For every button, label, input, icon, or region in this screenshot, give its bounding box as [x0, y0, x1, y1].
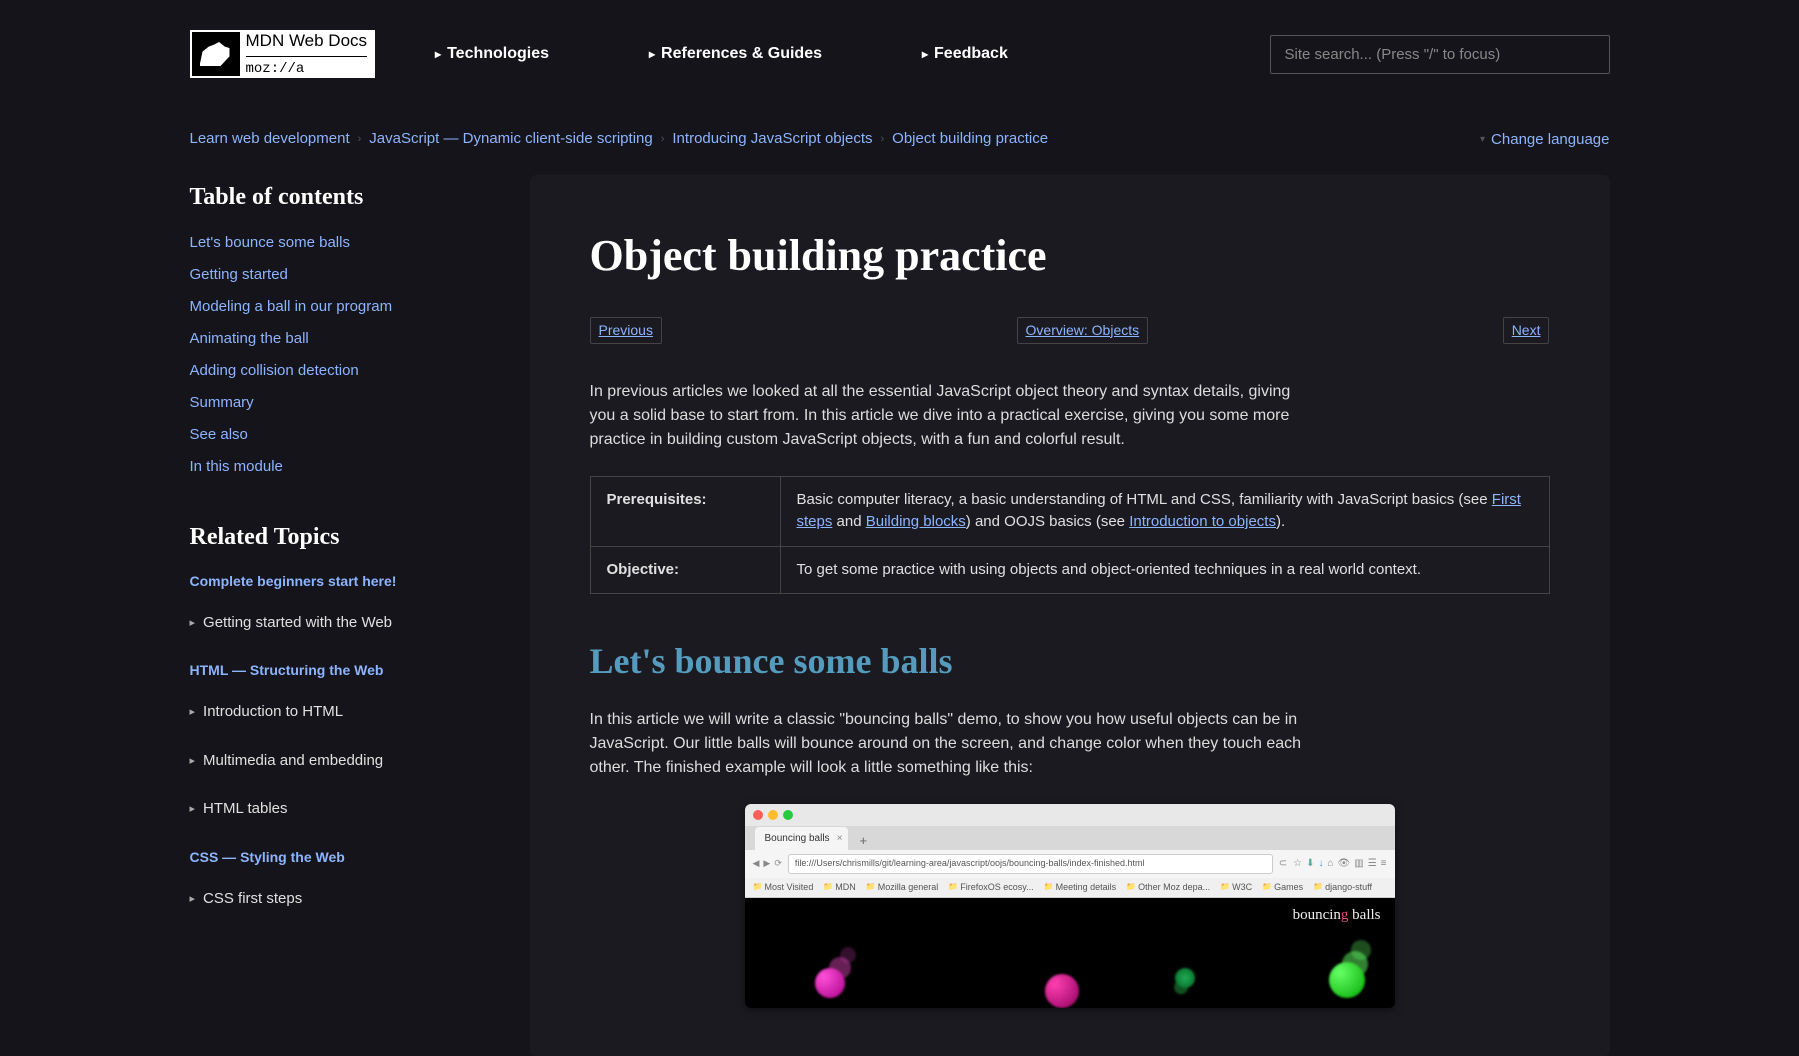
- browser-tab: Bouncing balls: [755, 827, 848, 850]
- demo-canvas: bouncing balls: [745, 898, 1395, 1008]
- toc-item[interactable]: In this module: [190, 458, 283, 475]
- logo-text-top: MDN Web Docs: [246, 28, 368, 57]
- bookmark: W3C: [1220, 881, 1252, 895]
- crumb-learn[interactable]: Learn web development: [190, 128, 350, 151]
- toc-item[interactable]: Let's bounce some balls: [190, 234, 350, 251]
- star-icon: ☆: [1293, 856, 1302, 871]
- traffic-light-close-icon: [753, 810, 763, 820]
- download-icon: ↓: [1318, 856, 1323, 871]
- toc-heading: Table of contents: [190, 179, 490, 215]
- ball-icon: [1329, 962, 1365, 998]
- dino-icon: [192, 32, 240, 76]
- pocket-icon: ⬇: [1306, 856, 1314, 871]
- related-item[interactable]: CSS first steps: [190, 888, 490, 911]
- meta-table: Prerequisites: Basic computer literacy, …: [590, 476, 1550, 595]
- top-nav: Technologies References & Guides Feedbac…: [435, 42, 1209, 66]
- related-group-title[interactable]: CSS — Styling the Web: [190, 847, 490, 868]
- intro-paragraph: In previous articles we looked at all th…: [590, 380, 1310, 452]
- menu-icon: ≡: [1381, 856, 1387, 871]
- related-heading: Related Topics: [190, 519, 490, 555]
- dev-icon: ▥: [1354, 856, 1363, 871]
- bookmark: Games: [1262, 881, 1303, 895]
- crumb-current: Object building practice: [892, 128, 1048, 151]
- search-input[interactable]: [1270, 35, 1610, 74]
- objective-label: Objective:: [590, 546, 780, 594]
- bookmark: MDN: [823, 881, 855, 895]
- library-icon: ☰: [1368, 856, 1377, 871]
- nav-technologies[interactable]: Technologies: [435, 42, 549, 66]
- ball-icon: [1171, 964, 1198, 991]
- plus-icon: +: [854, 831, 874, 851]
- sidebar: Table of contents Let's bounce some ball…: [190, 175, 490, 937]
- url-field: file:///Users/chrismills/git/learning-ar…: [788, 854, 1273, 874]
- related-item[interactable]: Getting started with the Web: [190, 612, 490, 635]
- demo-screenshot: Bouncing balls + ◀▶ ⟳ file:///Users/chris…: [745, 804, 1395, 1008]
- prereq-label: Prerequisites:: [590, 476, 780, 546]
- toc-item[interactable]: Getting started: [190, 266, 288, 283]
- logo-text-bottom: moz://a: [246, 57, 368, 80]
- traffic-light-max-icon: [783, 810, 793, 820]
- breadcrumb: Learn web development› JavaScript — Dyna…: [190, 128, 1049, 151]
- pager-overview[interactable]: Overview: Objects: [1017, 317, 1149, 344]
- reload-icon: ⟳: [774, 857, 782, 871]
- nav-feedback[interactable]: Feedback: [922, 42, 1008, 66]
- section-heading[interactable]: Let's bounce some balls: [590, 634, 1550, 688]
- ball-icon: [815, 968, 845, 998]
- related-group-title[interactable]: Complete beginners start here!: [190, 571, 490, 592]
- eye-icon: 👁: [1338, 856, 1351, 871]
- bookmarks-bar: Most Visited MDN Mozilla general Firefox…: [745, 878, 1395, 899]
- change-language-button[interactable]: Change language: [1480, 131, 1609, 148]
- body-paragraph: In this article we will write a classic …: [590, 708, 1330, 780]
- toc-item[interactable]: Adding collision detection: [190, 362, 359, 379]
- link-intro-objects[interactable]: Introduction to objects: [1129, 513, 1276, 530]
- forward-icon: ▶: [763, 857, 770, 871]
- link-building-blocks[interactable]: Building blocks: [866, 513, 966, 530]
- related-item[interactable]: HTML tables: [190, 798, 490, 821]
- toc-item[interactable]: See also: [190, 426, 248, 443]
- mdn-logo[interactable]: MDN Web Docs moz://a: [190, 30, 376, 78]
- related-item[interactable]: Introduction to HTML: [190, 701, 490, 724]
- toc-item[interactable]: Modeling a ball in our program: [190, 298, 393, 315]
- ball-icon: [1045, 974, 1079, 1008]
- page-title: Object building practice: [590, 223, 1550, 289]
- related-item[interactable]: Multimedia and embedding: [190, 750, 490, 773]
- bookmark: Most Visited: [753, 881, 814, 895]
- toc-item[interactable]: Summary: [190, 394, 254, 411]
- prereq-value: Basic computer literacy, a basic underst…: [780, 476, 1549, 546]
- bookmark: Mozilla general: [866, 881, 939, 895]
- home-icon: ⌂: [1327, 856, 1333, 871]
- article: Object building practice Previous Overvi…: [530, 175, 1610, 1056]
- crumb-js[interactable]: JavaScript — Dynamic client-side scripti…: [369, 128, 652, 151]
- crumb-objects[interactable]: Introducing JavaScript objects: [672, 128, 872, 151]
- traffic-light-min-icon: [768, 810, 778, 820]
- related-group-title[interactable]: HTML — Structuring the Web: [190, 660, 490, 681]
- back-icon: ◀: [753, 857, 760, 871]
- bookmark: Other Moz depa...: [1126, 881, 1210, 895]
- toc-item[interactable]: Animating the ball: [190, 330, 309, 347]
- pager: Previous Overview: Objects Next: [590, 317, 1550, 344]
- bookmark: django-stuff: [1313, 881, 1372, 895]
- toc-list: Let's bounce some balls Getting started …: [190, 231, 490, 479]
- nav-references[interactable]: References & Guides: [649, 42, 822, 66]
- objective-value: To get some practice with using objects …: [780, 546, 1549, 594]
- reader-icon: ⊂: [1279, 856, 1287, 871]
- bookmark: Meeting details: [1044, 881, 1117, 895]
- bookmark: FirefoxOS ecosy...: [948, 881, 1033, 895]
- pager-next[interactable]: Next: [1503, 317, 1550, 344]
- pager-prev[interactable]: Previous: [590, 317, 662, 344]
